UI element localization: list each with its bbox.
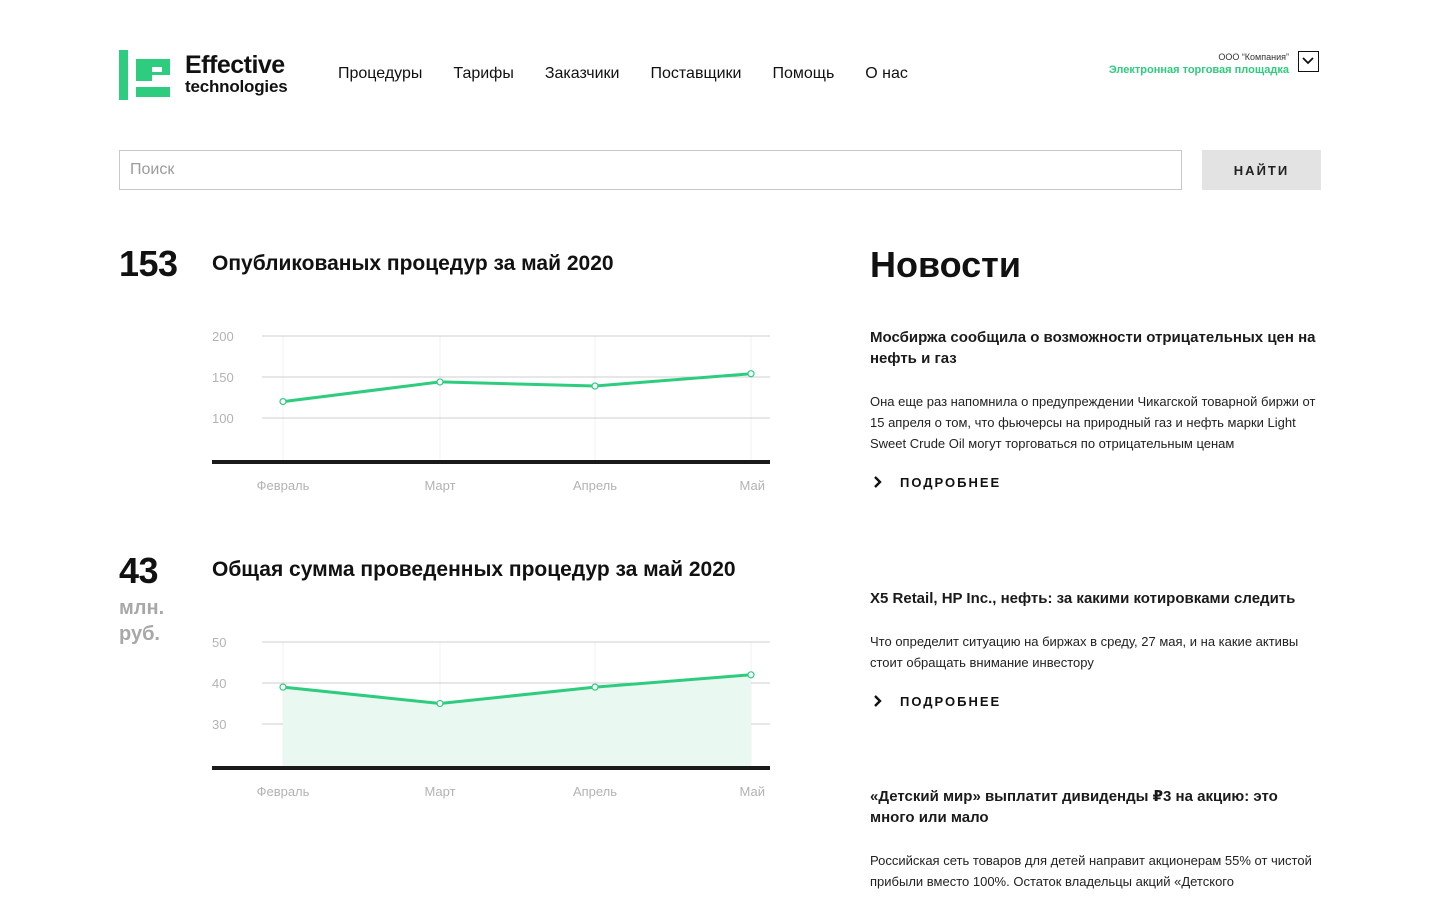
x-tick-label: Март (424, 784, 455, 799)
data-point (436, 699, 444, 708)
brand-logo-mark[interactable] (119, 50, 171, 100)
nav-item-procedures[interactable]: Процедуры (338, 64, 422, 84)
read-more-label: ПОДРОБНЕЕ (900, 693, 1002, 709)
news-title[interactable]: «Детский мир» выплатит дивиденды ₽3 на а… (870, 786, 1322, 828)
data-point (279, 397, 287, 406)
data-point (747, 370, 755, 378)
stat-unit-line2: руб. (119, 623, 160, 645)
amount-area-chart: 30 40 50 Февраль Март Апрель Май (212, 635, 770, 799)
y-tick-label: 50 (212, 635, 226, 650)
x-tick-label: Май (740, 478, 765, 493)
company-subtitle: Электронная торговая площадка (1108, 64, 1289, 76)
x-tick-label: Февраль (257, 784, 310, 799)
news-title[interactable]: Мосбиржа сообщила о возможности отрицате… (870, 327, 1322, 369)
brand-name-line1[interactable]: Effective (185, 50, 285, 80)
news-title[interactable]: X5 Retail, HP Inc., нефть: за какими кот… (870, 588, 1322, 609)
read-more-link[interactable]: ПОДРОБНЕЕ (870, 474, 1322, 490)
company-dropdown-button[interactable] (1298, 51, 1319, 72)
y-tick-label: 40 (212, 676, 226, 691)
nav-item-suppliers[interactable]: Поставщики (651, 64, 742, 84)
news-text: Что определит ситуацию на биржах в среду… (870, 634, 1299, 670)
x-tick-label: Март (424, 478, 455, 493)
data-point (591, 683, 599, 691)
brand-name-line2[interactable]: technologies (185, 77, 288, 97)
stat-value-procedures: 153 (119, 243, 178, 284)
data-point (436, 378, 444, 386)
news-text: Она еще раз напомнила о предупреждении Ч… (870, 394, 1316, 451)
search-input[interactable] (119, 150, 1182, 190)
x-tick-label: Апрель (573, 784, 617, 799)
y-tick-label: 200 (212, 329, 234, 344)
x-tick-label: Май (740, 784, 765, 799)
x-axis-line (212, 460, 770, 464)
nav-item-about[interactable]: О нас (865, 64, 908, 84)
chevron-right-icon (874, 695, 882, 707)
x-tick-label: Февраль (257, 478, 310, 493)
x-axis-line (212, 766, 770, 770)
stat-value-amount: 43 (119, 550, 159, 591)
y-tick-label: 30 (212, 717, 226, 732)
nav-item-help[interactable]: Помощь (772, 64, 834, 84)
x-tick-label: Апрель (573, 478, 617, 493)
y-tick-label: 100 (212, 411, 234, 426)
nav-item-customers[interactable]: Заказчики (545, 64, 620, 84)
main-nav: Процедуры Тарифы Заказчики Поставщики По… (338, 64, 939, 84)
chevron-down-icon (1302, 57, 1314, 65)
area-fill (283, 674, 751, 767)
news-item: Мосбиржа сообщила о возможности отрицате… (870, 327, 1322, 490)
search-button[interactable]: НАЙТИ (1202, 150, 1321, 190)
series-line (282, 372, 752, 404)
procedures-line-chart: 100 150 200 Февраль Март Апрель Май (212, 329, 770, 493)
stat-unit-line1: млн. (119, 597, 165, 619)
news-heading: Новости (870, 244, 1021, 285)
company-name: ООО “Компания” (1218, 52, 1289, 62)
company-info[interactable]: ООО “Компания” Электронная торговая площ… (1109, 51, 1289, 77)
stat-title-procedures: Опубликованых процедур за май 2020 (212, 252, 614, 275)
news-item: X5 Retail, HP Inc., нефть: за какими кот… (870, 588, 1322, 709)
read-more-label: ПОДРОБНЕЕ (900, 474, 1002, 490)
y-tick-label: 150 (212, 370, 234, 385)
chevron-right-icon (874, 476, 882, 488)
nav-item-tariffs[interactable]: Тарифы (453, 64, 513, 84)
read-more-link[interactable]: ПОДРОБНЕЕ (870, 693, 1322, 709)
news-text: Российская сеть товаров для детей направ… (870, 853, 1312, 889)
data-point (591, 382, 599, 390)
news-item: «Детский мир» выплатит дивиденды ₽3 на а… (870, 786, 1322, 892)
stat-title-amount: Общая сумма проведенных процедур за май … (212, 558, 736, 581)
data-point (279, 683, 287, 691)
data-point (747, 671, 755, 679)
